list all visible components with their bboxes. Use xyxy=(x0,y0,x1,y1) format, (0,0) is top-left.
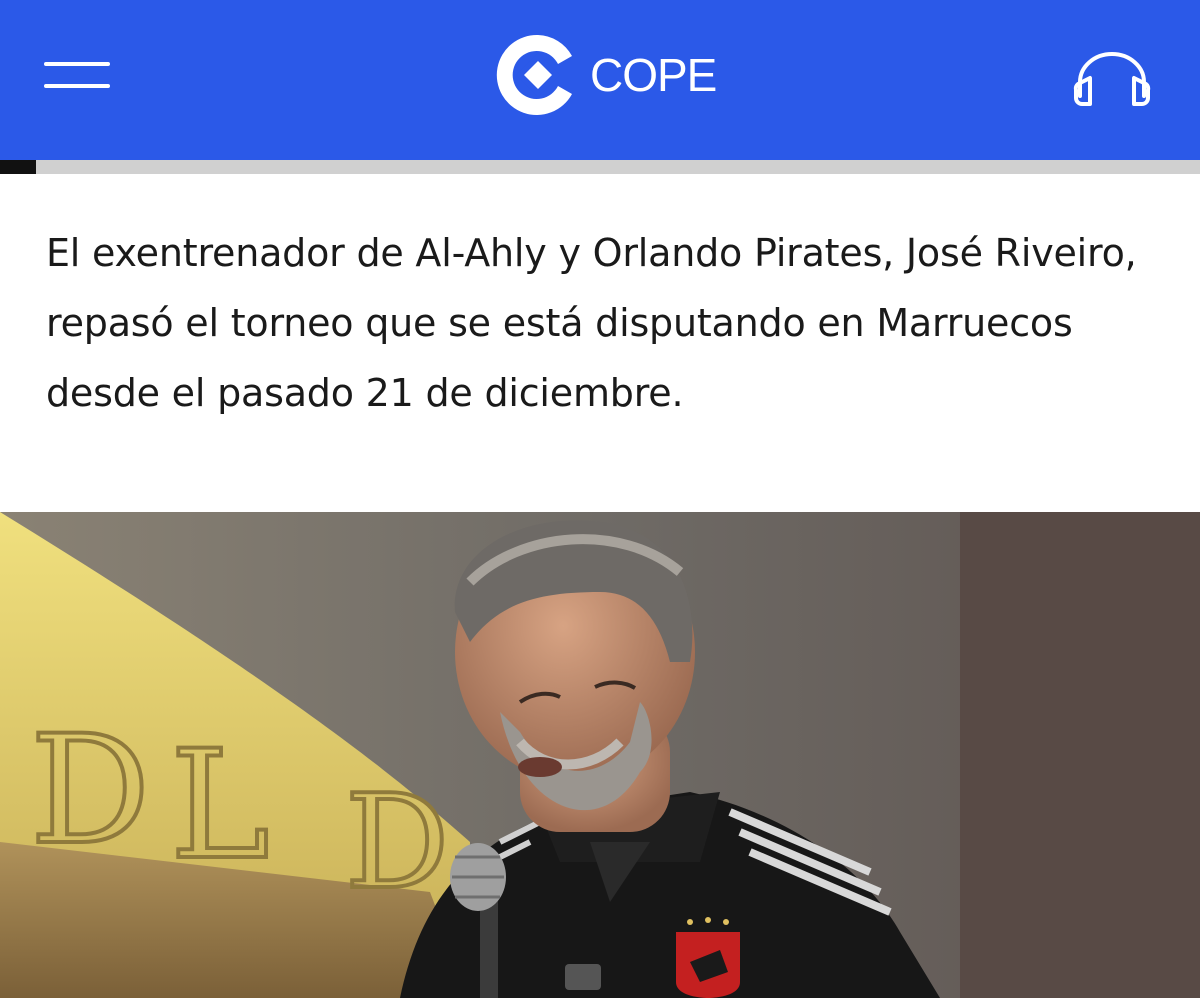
site-header: COPE xyxy=(0,0,1200,160)
reading-progress-bar xyxy=(0,160,1200,174)
headphones-button[interactable] xyxy=(1072,52,1152,108)
cope-logo[interactable]: COPE xyxy=(494,30,717,120)
svg-text:L: L xyxy=(170,719,270,893)
menu-button[interactable] xyxy=(44,58,110,94)
svg-text:D: D xyxy=(345,766,449,918)
headphones-icon xyxy=(1073,52,1151,106)
menu-line xyxy=(44,84,110,88)
article-page: COPE El exentrenador de Al-Ahly y Orland… xyxy=(0,0,1200,998)
coach-photo-image: D L D xyxy=(0,512,1200,998)
article-photo[interactable]: D L D xyxy=(0,512,1200,998)
svg-text:D: D xyxy=(30,704,150,878)
menu-line xyxy=(44,62,110,66)
article-lead: El exentrenador de Al-Ahly y Orlando Pir… xyxy=(46,231,1137,415)
logo-text: COPE xyxy=(590,49,717,101)
cope-logo-icon xyxy=(496,34,572,115)
reading-progress-fill xyxy=(0,160,36,174)
